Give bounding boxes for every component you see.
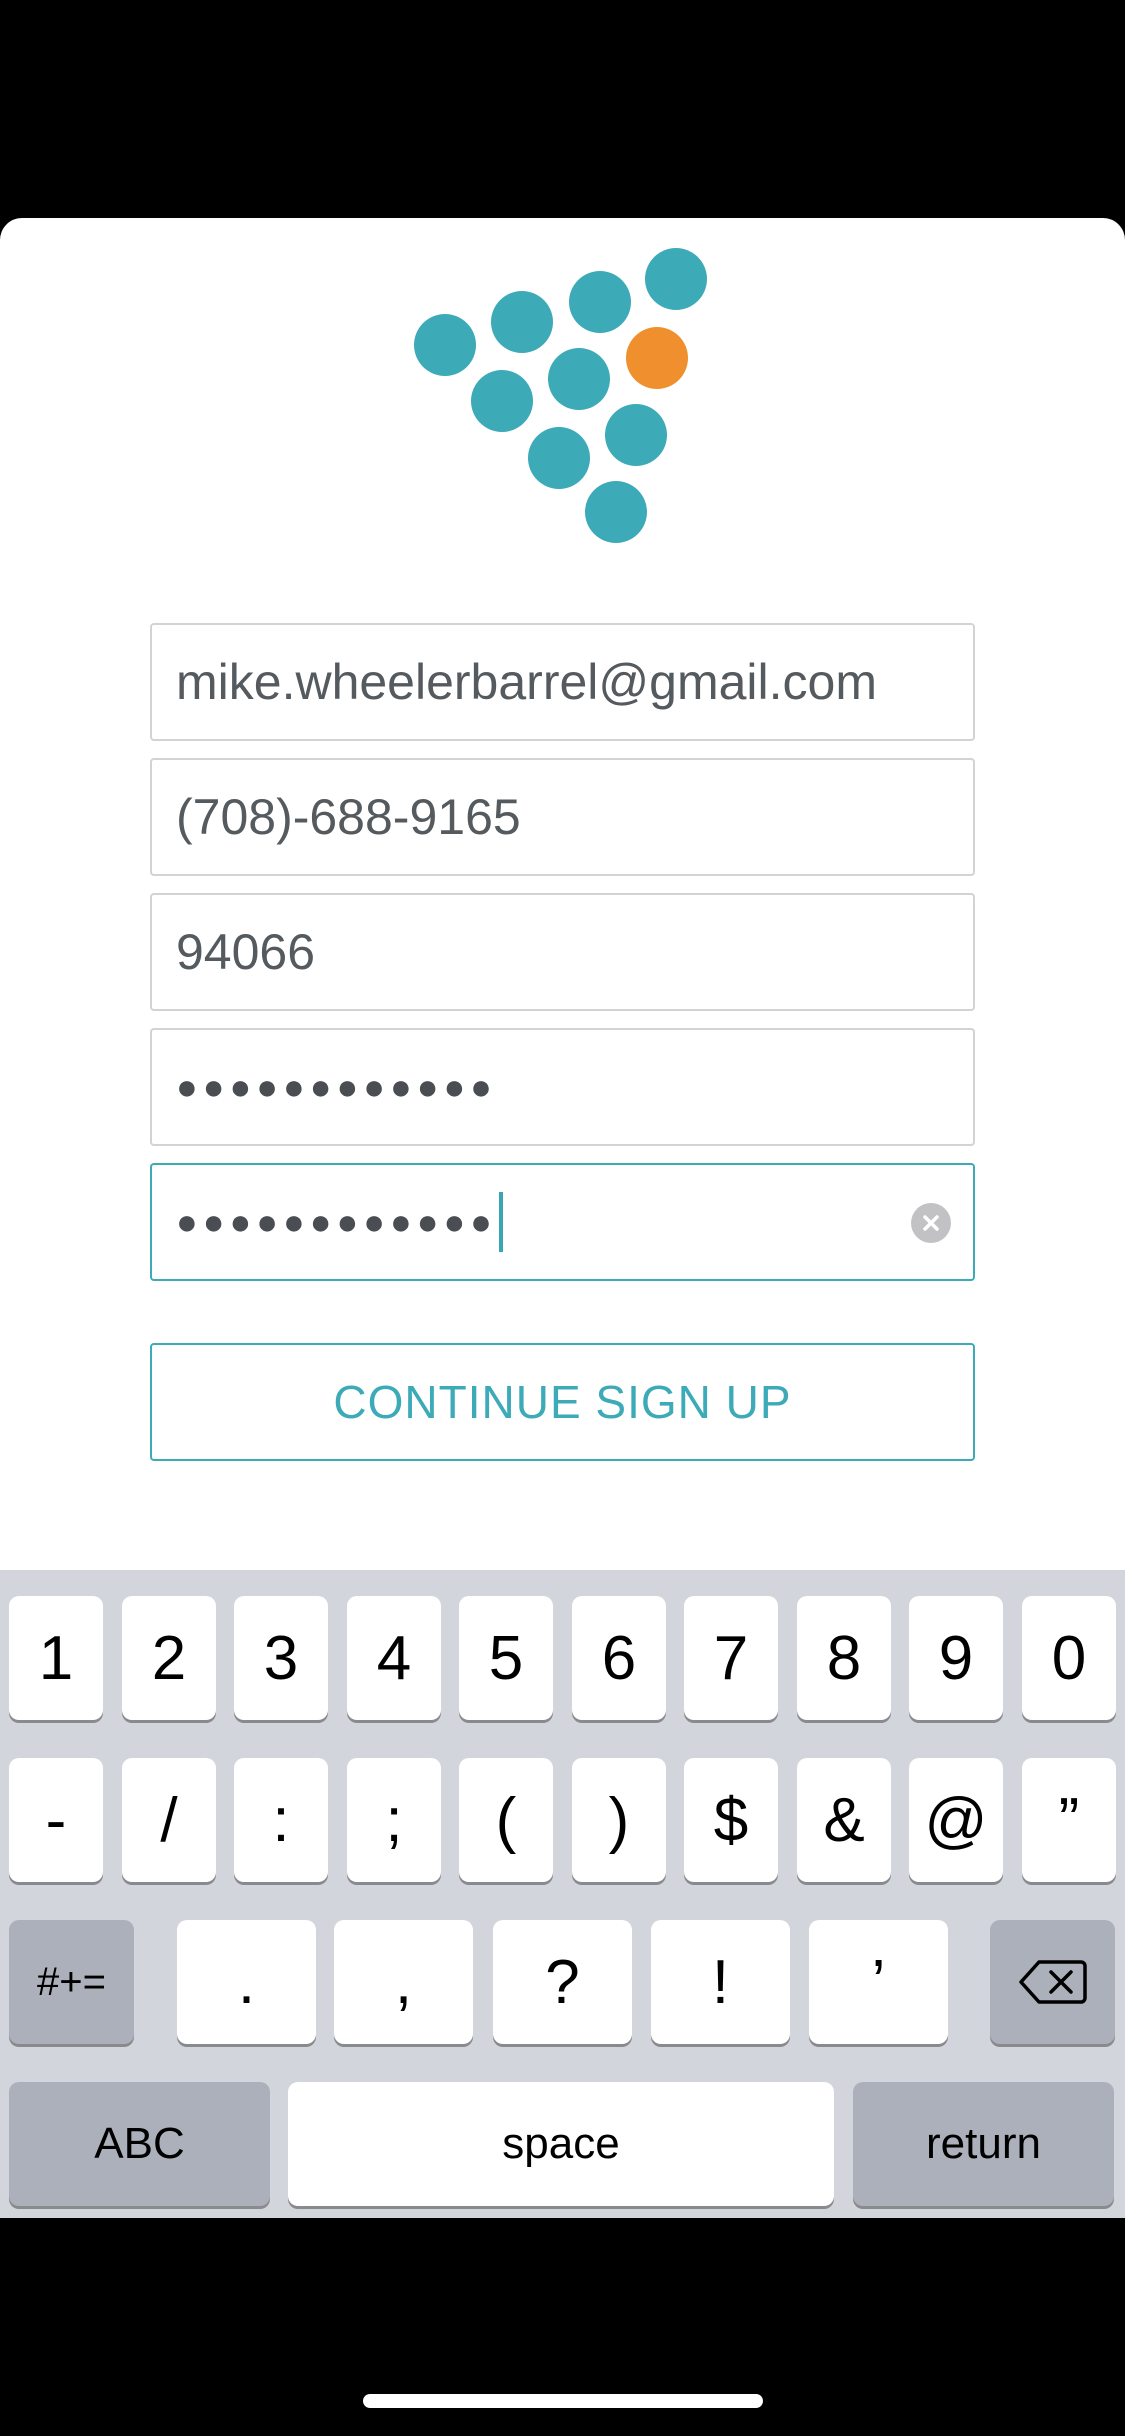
key-label: - [45,1785,67,1855]
key-return[interactable]: return [853,2082,1114,2206]
key-1[interactable]: 1 [9,1596,103,1720]
key-quote[interactable]: ” [1022,1758,1116,1882]
key-symbols-toggle[interactable]: #+= [9,1920,134,2044]
zip-field[interactable]: 94066 [150,893,975,1011]
key-label: , [394,1947,413,2017]
key-label: & [823,1785,865,1855]
key-open-paren[interactable]: ( [459,1758,553,1882]
key-label: $ [713,1785,749,1855]
key-7[interactable]: 7 [684,1596,778,1720]
logo-dot [585,481,647,543]
key-label: ) [608,1785,630,1855]
key-semicolon[interactable]: ; [347,1758,441,1882]
key-0[interactable]: 0 [1022,1596,1116,1720]
x-glyph-icon [923,1215,939,1231]
key-abc[interactable]: ABC [9,2082,270,2206]
logo-dot [414,314,476,376]
key-label: ” [1058,1785,1080,1855]
key-label: : [272,1785,290,1855]
key-label: ; [385,1785,403,1855]
key-label: return [926,2119,1041,2168]
clear-x-icon[interactable] [911,1203,951,1243]
key-4[interactable]: 4 [347,1596,441,1720]
phone-value: (708)-688-9165 [176,789,521,845]
key-label: ’ [871,1947,886,2017]
key-2[interactable]: 2 [122,1596,216,1720]
key-6[interactable]: 6 [572,1596,666,1720]
key-label: 6 [601,1623,637,1693]
home-indicator[interactable] [363,2394,763,2408]
key-ampersand[interactable]: & [797,1758,891,1882]
text-caret [498,1192,503,1252]
key-label: ! [711,1947,730,2017]
numeric-keyboard: 1 2 3 4 5 6 7 8 9 0 - / : ; ( ) $ & @ ” … [0,1570,1125,2218]
password-field[interactable]: ●●●●●●●●●●●● [150,1028,975,1146]
key-label: 5 [488,1623,524,1693]
key-period[interactable]: . [177,1920,316,2044]
key-hyphen[interactable]: - [9,1758,103,1882]
key-dollar[interactable]: $ [684,1758,778,1882]
logo-dot [471,370,533,432]
key-5[interactable]: 5 [459,1596,553,1720]
key-exclamation[interactable]: ! [651,1920,790,2044]
brand-logo [0,218,1125,558]
phone-field[interactable]: (708)-688-9165 [150,758,975,876]
key-label: 7 [713,1623,749,1693]
logo-dot-accent [626,327,688,389]
key-label: ABC [94,2119,185,2168]
key-close-paren[interactable]: ) [572,1758,666,1882]
key-apostrophe[interactable]: ’ [809,1920,948,2044]
key-label: #+= [37,1959,106,2004]
key-label: 4 [376,1623,412,1693]
key-label: 8 [826,1623,862,1693]
key-label: 0 [1051,1623,1087,1693]
key-3[interactable]: 3 [234,1596,328,1720]
logo-dot [528,427,590,489]
key-9[interactable]: 9 [909,1596,1003,1720]
key-label: 1 [38,1623,74,1693]
key-8[interactable]: 8 [797,1596,891,1720]
logo-dot [569,271,631,333]
confirm-password-value: ●●●●●●●●●●●● [176,1201,497,1242]
signup-sheet: mike.wheelerbarrel@gmail.com (708)-688-9… [0,218,1125,1570]
logo-dot [491,291,553,353]
zip-value: 94066 [176,924,316,980]
logo-dot [605,404,667,466]
logo-dot [548,348,610,410]
key-question[interactable]: ? [493,1920,632,2044]
password-value: ●●●●●●●●●●●● [176,1066,497,1107]
key-label: @ [924,1785,988,1855]
key-space[interactable]: space [288,2082,834,2206]
confirm-password-field[interactable]: ●●●●●●●●●●●● [150,1163,975,1281]
key-label: 2 [151,1623,187,1693]
backspace-icon [1018,1960,1087,2004]
key-label: ? [545,1947,580,2017]
logo-dot [645,248,707,310]
key-delete[interactable] [990,1920,1115,2044]
key-comma[interactable]: , [334,1920,473,2044]
key-label: ( [495,1785,517,1855]
key-label: 3 [263,1623,299,1693]
continue-signup-button[interactable]: CONTINUE SIGN UP [150,1343,975,1461]
key-colon[interactable]: : [234,1758,328,1882]
email-field[interactable]: mike.wheelerbarrel@gmail.com [150,623,975,741]
key-at[interactable]: @ [909,1758,1003,1882]
email-value: mike.wheelerbarrel@gmail.com [176,654,877,710]
key-label: 9 [938,1623,974,1693]
key-label: space [502,2119,620,2168]
key-label: . [237,1947,256,2017]
key-slash[interactable]: / [122,1758,216,1882]
continue-signup-label: CONTINUE SIGN UP [333,1376,792,1428]
key-label: / [160,1785,178,1855]
